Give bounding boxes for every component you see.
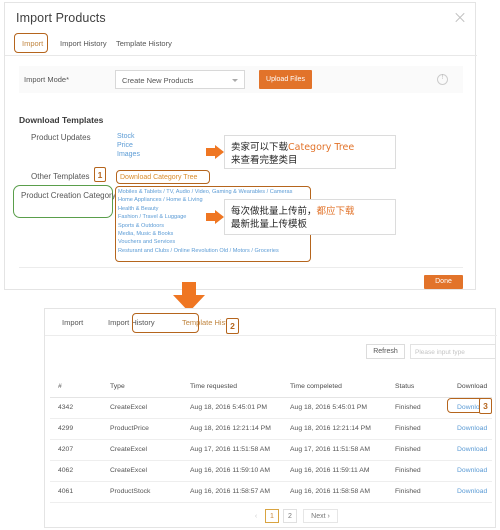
callout-1-line2: 来查看完整类目 <box>231 155 298 166</box>
column-header-download: Download <box>457 383 488 390</box>
column-header-num: # <box>58 383 62 390</box>
upload-files-button[interactable]: Upload Files <box>259 70 312 89</box>
cell-requested: Aug 16, 2016 11:59:10 AM <box>190 467 270 474</box>
table-row: 4207 CreateExcel Aug 17, 2016 11:51:58 A… <box>50 440 492 461</box>
callout-1-text-en: Category Tree <box>288 142 355 153</box>
cell-status: Finished <box>395 446 421 453</box>
callout-category-tree: 卖家可以下载Category Tree 来查看完整类目 <box>224 135 396 169</box>
product-creation-category-label: Product Creation Category <box>21 191 116 200</box>
callout-2-line2: 最新批量上传模板 <box>231 219 308 230</box>
import-mode-value: Create New Products <box>122 76 194 85</box>
dialog-divider <box>19 267 463 268</box>
pagination: ‹ 1 2 Next › <box>45 507 497 527</box>
import-mode-label: Import Mode* <box>24 75 70 84</box>
cell-status: Finished <box>395 467 421 474</box>
cell-num: 4299 <box>58 425 74 432</box>
search-input-placeholder: Please input type <box>415 349 465 356</box>
dialog-tabs: Import Import History Template History <box>5 33 477 56</box>
download-templates-title: Download Templates <box>19 115 104 125</box>
download-link[interactable]: Download <box>457 467 487 474</box>
cell-completed: Aug 18, 2016 12:21:14 PM <box>290 425 371 432</box>
table-header-row: # Type Time requested Time compeleted St… <box>50 376 492 398</box>
callout-2-text-a: 每次做批量上传前， <box>231 206 317 217</box>
download-link[interactable]: Download <box>457 488 487 495</box>
column-header-completed: Time compeleted <box>290 383 342 390</box>
download-link[interactable]: Download <box>457 425 487 432</box>
done-button[interactable]: Done <box>424 275 463 289</box>
cell-completed: Aug 16, 2016 11:59:11 AM <box>290 467 370 474</box>
cell-completed: Aug 18, 2016 5:45:01 PM <box>290 404 368 411</box>
category-link[interactable]: Resturant and Clubs / Online Revolution … <box>118 247 318 255</box>
callout-download-latest-template: 每次做批量上传前，都应下载 最新批量上传模板 <box>224 199 396 235</box>
import-mode-select[interactable]: Create New Products <box>115 70 245 89</box>
refresh-button[interactable]: Refresh <box>366 344 405 359</box>
pagination-page-1[interactable]: 1 <box>265 509 279 523</box>
table-row: 4342 CreateExcel Aug 18, 2016 5:45:01 PM… <box>50 398 492 419</box>
cell-requested: Aug 18, 2016 12:21:14 PM <box>190 425 271 432</box>
cell-type: CreateExcel <box>110 446 148 453</box>
tab-import[interactable]: Import <box>19 37 46 50</box>
annotation-marker-3: 3 <box>479 398 492 414</box>
cell-requested: Aug 18, 2016 5:45:01 PM <box>190 404 268 411</box>
column-header-requested: Time requested <box>190 383 237 390</box>
cell-type: ProductStock <box>110 488 151 495</box>
page-title: Import Products <box>16 11 106 25</box>
import-mode-row: Import Mode* Create New Products Upload … <box>19 66 463 93</box>
cell-type: ProductPrice <box>110 425 149 432</box>
annotation-marker-2: 2 <box>226 318 239 334</box>
table-row: 4061 ProductStock Aug 16, 2016 11:58:57 … <box>50 482 492 503</box>
screenshot-root: Import Products Import Import History Te… <box>0 0 500 530</box>
column-header-status: Status <box>395 383 415 390</box>
download-category-tree-link[interactable]: Download Category Tree <box>120 174 197 181</box>
column-header-type: Type <box>110 383 125 390</box>
search-input[interactable]: Please input type <box>410 344 496 359</box>
link-stock[interactable]: Stock <box>117 133 135 140</box>
link-price[interactable]: Price <box>117 142 133 149</box>
callout-2-text-b: 都应下载 <box>316 206 355 217</box>
cell-type: CreateExcel <box>110 467 148 474</box>
download-link[interactable]: Download <box>457 446 487 453</box>
cell-completed: Aug 17, 2016 11:51:58 AM <box>290 446 370 453</box>
pagination-next[interactable]: Next › <box>303 509 338 523</box>
other-templates-label: Other Templates <box>31 172 90 181</box>
category-link[interactable]: Mobiles & Tablets / TV, Audio / Video, G… <box>118 188 318 196</box>
cell-completed: Aug 16, 2016 11:58:58 AM <box>290 488 370 495</box>
pagination-prev[interactable]: ‹ <box>249 509 263 523</box>
history-tab-import-history[interactable]: Import History <box>108 318 155 327</box>
history-tab-import[interactable]: Import <box>62 318 83 327</box>
tab-import-history[interactable]: Import History <box>57 37 110 50</box>
cell-status: Finished <box>395 425 421 432</box>
callout-1-text-cn: 卖家可以下载 <box>231 142 289 153</box>
cell-num: 4062 <box>58 467 74 474</box>
callout-1-arrow-head <box>215 145 224 159</box>
flow-arrow-stem <box>182 282 196 296</box>
cell-status: Finished <box>395 488 421 495</box>
pagination-page-2[interactable]: 2 <box>283 509 297 523</box>
category-link[interactable]: Vouchers and Services <box>118 238 318 246</box>
cell-status: Finished <box>395 404 421 411</box>
cell-num: 4342 <box>58 404 74 411</box>
template-history-table: # Type Time requested Time compeleted St… <box>50 376 492 503</box>
help-icon-glyph: ! <box>441 74 444 81</box>
cell-requested: Aug 16, 2016 11:58:57 AM <box>190 488 270 495</box>
annotation-marker-1: 1 <box>94 167 106 182</box>
template-history-panel: Import Import History Template History #… <box>44 308 497 528</box>
table-row: 4062 CreateExcel Aug 16, 2016 11:59:10 A… <box>50 461 492 482</box>
link-images[interactable]: Images <box>117 151 140 158</box>
cell-num: 4061 <box>58 488 74 495</box>
cell-num: 4207 <box>58 446 74 453</box>
chevron-down-icon <box>232 79 238 82</box>
cell-requested: Aug 17, 2016 11:51:58 AM <box>190 446 270 453</box>
history-tabs: Import Import History Template History <box>45 309 497 336</box>
product-updates-label: Product Updates <box>31 133 91 142</box>
table-row: 4299 ProductPrice Aug 18, 2016 12:21:14 … <box>50 419 492 440</box>
cell-type: CreateExcel <box>110 404 148 411</box>
help-circle-icon[interactable]: ! <box>437 74 448 85</box>
close-icon[interactable] <box>454 12 466 24</box>
tab-template-history[interactable]: Template History <box>113 37 175 50</box>
callout-2-arrow-head <box>215 210 224 224</box>
